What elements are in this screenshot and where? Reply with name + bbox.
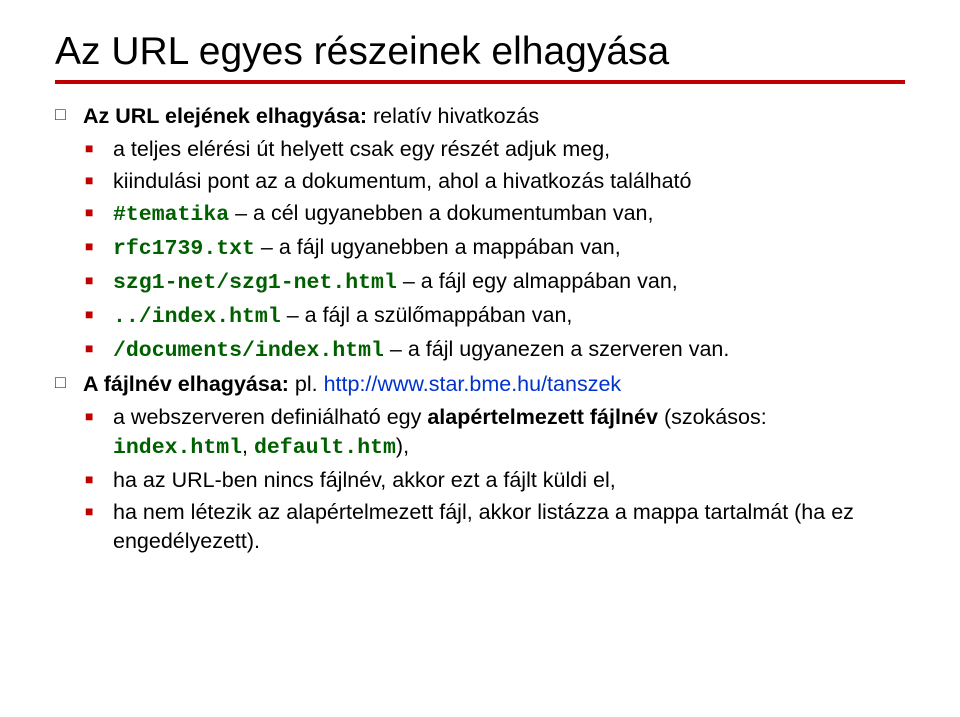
content-list: Az URL elejének elhagyása: relatív hivat… [55,102,905,556]
bullet-l1: Az URL elejének elhagyása: relatív hivat… [55,102,905,131]
code-text: ../index.html [113,305,281,329]
bullet-text: kiindulási pont az a dokumentum, ahol a … [113,169,691,193]
bullet-text: – a fájl egy almappában van, [397,269,678,293]
code-text: index.html [113,436,242,460]
url-text: http://www.star.bme.hu/tanszek [324,372,622,396]
code-text: szg1-net/szg1-net.html [113,271,397,295]
bullet-text: , [242,434,254,458]
bullet-text: (szokásos: [658,405,767,429]
bullet-l2: ha nem létezik az alapértelmezett fájl, … [85,498,905,556]
bullet-text: a teljes elérési út helyett csak egy rés… [113,137,610,161]
bullet-l1: A fájlnév elhagyása: pl. http://www.star… [55,370,905,399]
bullet-text: – a fájl ugyanezen a szerveren van. [384,337,729,361]
bullet-l2: kiindulási pont az a dokumentum, ahol a … [85,167,905,196]
bullet-l2: rfc1739.txt – a fájl ugyanebben a mappáb… [85,233,905,264]
bullet-l2: szg1-net/szg1-net.html – a fájl egy alma… [85,267,905,298]
bullet-text: – a fájl ugyanebben a mappában van, [255,235,621,259]
bullet-l2: ../index.html – a fájl a szülőmappában v… [85,301,905,332]
bullet-text: ), [396,434,409,458]
bullet-text: pl. [289,372,324,396]
bullet-text: ha az URL-ben nincs fájlnév, akkor ezt a… [113,468,616,492]
bullet-text: a webszerveren definiálható egy [113,405,427,429]
title-underline [55,80,905,84]
code-text: /documents/index.html [113,339,384,363]
bullet-l2: #tematika – a cél ugyanebben a dokumentu… [85,199,905,230]
bullet-l2: ha az URL-ben nincs fájlnév, akkor ezt a… [85,466,905,495]
bullet-text: – a cél ugyanebben a dokumentumban van, [229,201,653,225]
code-text: default.htm [254,436,396,460]
slide-title: Az URL egyes részeinek elhagyása [55,30,905,74]
bullet-l2: a teljes elérési út helyett csak egy rés… [85,135,905,164]
code-text: #tematika [113,203,229,227]
bullet-l2: a webszerveren definiálható egy alapérte… [85,403,905,463]
bullet-text: relatív hivatkozás [367,104,539,128]
bullet-text: alapértelmezett fájlnév [427,405,658,429]
bullet-text: – a fájl a szülőmappában van, [281,303,573,327]
code-text: rfc1739.txt [113,237,255,261]
bullet-text: Az URL elejének elhagyása: [83,104,367,128]
bullet-text: ha nem létezik az alapértelmezett fájl, … [113,500,854,553]
bullet-text: A fájlnév elhagyása: [83,372,289,396]
bullet-l2: /documents/index.html – a fájl ugyanezen… [85,335,905,366]
